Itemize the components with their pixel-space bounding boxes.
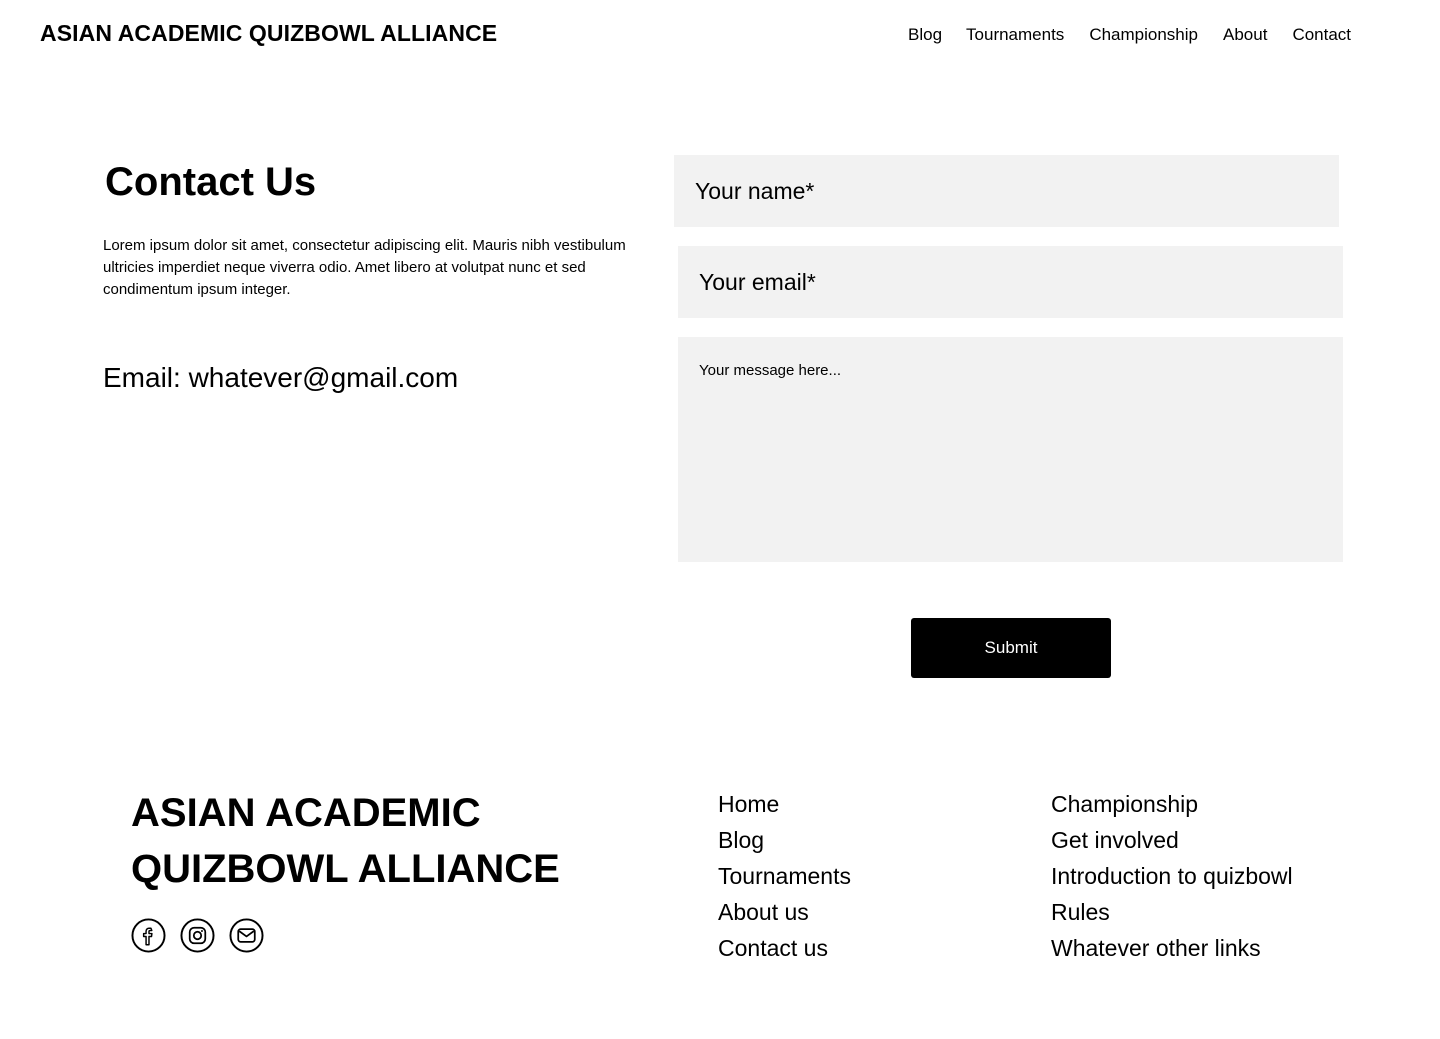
social-links (131, 918, 264, 953)
footer-brand: ASIAN ACADEMIC QUIZBOWL ALLIANCE (131, 791, 560, 891)
contact-email: Email: whatever@gmail.com (103, 362, 459, 393)
instagram-icon[interactable] (180, 918, 215, 953)
footer-link-rules[interactable]: Rules (1051, 899, 1110, 925)
footer-links-secondary: Championship Get involved Introduction t… (1051, 786, 1293, 966)
footer-link-about-us[interactable]: About us (718, 899, 809, 925)
page: ASIAN ACADEMIC QUIZBOWL ALLIANCE Blog To… (0, 0, 1440, 1039)
submit-button[interactable]: Submit (911, 618, 1111, 678)
footer-link-contact-us[interactable]: Contact us (718, 935, 828, 961)
contact-description: Lorem ipsum dolor sit amet, consectetur … (103, 237, 626, 298)
nav-item-about[interactable]: About (1223, 25, 1267, 45)
footer-link-home[interactable]: Home (718, 791, 779, 817)
footer-link-get-involved[interactable]: Get involved (1051, 827, 1179, 853)
footer-link-blog[interactable]: Blog (718, 827, 764, 853)
nav-item-tournaments[interactable]: Tournaments (966, 25, 1064, 45)
nav-item-blog[interactable]: Blog (908, 25, 942, 45)
top-nav: Blog Tournaments Championship About Cont… (908, 25, 1351, 45)
email-icon[interactable] (229, 918, 264, 953)
contact-heading: Contact Us (105, 160, 317, 204)
footer-link-championship[interactable]: Championship (1051, 791, 1198, 817)
name-field[interactable] (674, 155, 1339, 227)
email-field[interactable] (678, 246, 1343, 318)
footer-link-other[interactable]: Whatever other links (1051, 935, 1261, 961)
nav-item-championship[interactable]: Championship (1089, 25, 1198, 45)
message-field[interactable] (678, 337, 1343, 562)
footer-links-primary: Home Blog Tournaments About us Contact u… (718, 786, 851, 966)
nav-item-contact[interactable]: Contact (1292, 25, 1351, 45)
footer-link-intro-quizbowl[interactable]: Introduction to quizbowl (1051, 863, 1293, 889)
footer-link-tournaments[interactable]: Tournaments (718, 863, 851, 889)
facebook-icon[interactable] (131, 918, 166, 953)
site-title[interactable]: ASIAN ACADEMIC QUIZBOWL ALLIANCE (40, 20, 497, 47)
